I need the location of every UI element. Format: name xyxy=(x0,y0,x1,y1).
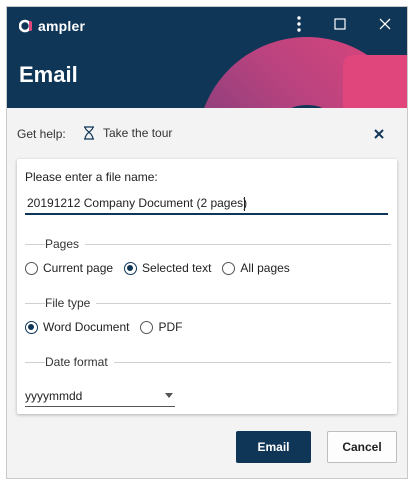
square-icon xyxy=(334,18,346,30)
maximize-button[interactable] xyxy=(326,13,354,35)
radio-all-pages[interactable]: All pages xyxy=(222,261,290,275)
radio-indicator xyxy=(140,320,154,334)
pages-section-title: Pages xyxy=(45,237,86,251)
help-label: Get help: xyxy=(17,127,66,141)
close-icon xyxy=(379,18,391,30)
radio-label: Selected text xyxy=(142,261,212,275)
help-close-button[interactable] xyxy=(369,124,389,144)
radio-indicator xyxy=(25,261,38,275)
radio-label: PDF xyxy=(158,320,183,334)
close-icon xyxy=(374,129,384,139)
date-format-dropdown[interactable]: yyyymmdd xyxy=(25,385,175,407)
file-name-label: Please enter a file name: xyxy=(25,170,158,184)
radio-current-page[interactable]: Current page xyxy=(25,261,113,275)
dialog-title: Email xyxy=(19,62,78,87)
more-options-button[interactable] xyxy=(285,13,313,35)
ampler-logo-icon xyxy=(19,19,32,33)
radio-indicator xyxy=(222,261,236,275)
take-tour-label: Take the tour xyxy=(103,126,173,140)
vertical-ellipsis-icon xyxy=(297,16,301,32)
dialog-header: ampler Email xyxy=(7,7,407,108)
radio-pdf[interactable]: PDF xyxy=(140,320,182,334)
email-dialog: ampler Email Get help: Take the tour Ple… xyxy=(6,6,408,479)
text-caret xyxy=(244,197,245,211)
help-bar: Get help: Take the tour xyxy=(7,108,407,156)
pages-section-header: Pages xyxy=(25,237,391,251)
window-close-button[interactable] xyxy=(371,13,399,35)
caret-down-icon xyxy=(165,393,173,398)
take-tour-link[interactable]: Take the tour xyxy=(83,122,172,144)
email-button[interactable]: Email xyxy=(236,431,311,463)
hourglass-icon xyxy=(84,126,94,140)
ampler-logo: ampler xyxy=(19,17,85,35)
file-name-input[interactable] xyxy=(25,193,388,215)
options-card: Please enter a file name: Pages Current … xyxy=(17,159,397,414)
radio-selected-text[interactable]: Selected text xyxy=(124,261,211,275)
radio-label: Word Document xyxy=(43,320,130,334)
date-format-section-header: Date format xyxy=(25,355,391,369)
file-type-radio-group: Word Document PDF xyxy=(25,318,193,336)
radio-indicator-checked xyxy=(25,320,38,334)
pages-radio-group: Current page Selected text All pages xyxy=(25,259,301,277)
radio-label: Current page xyxy=(43,261,114,275)
file-type-section-title: File type xyxy=(45,296,97,310)
brand-name: ampler xyxy=(38,18,86,34)
file-type-section-header: File type xyxy=(25,296,391,310)
date-format-value: yyyymmdd xyxy=(25,388,83,403)
radio-label: All pages xyxy=(240,261,290,275)
radio-word-document[interactable]: Word Document xyxy=(25,320,129,334)
date-format-section-title: Date format xyxy=(45,355,114,369)
cancel-button[interactable]: Cancel xyxy=(327,431,397,463)
radio-indicator-checked xyxy=(124,261,138,275)
